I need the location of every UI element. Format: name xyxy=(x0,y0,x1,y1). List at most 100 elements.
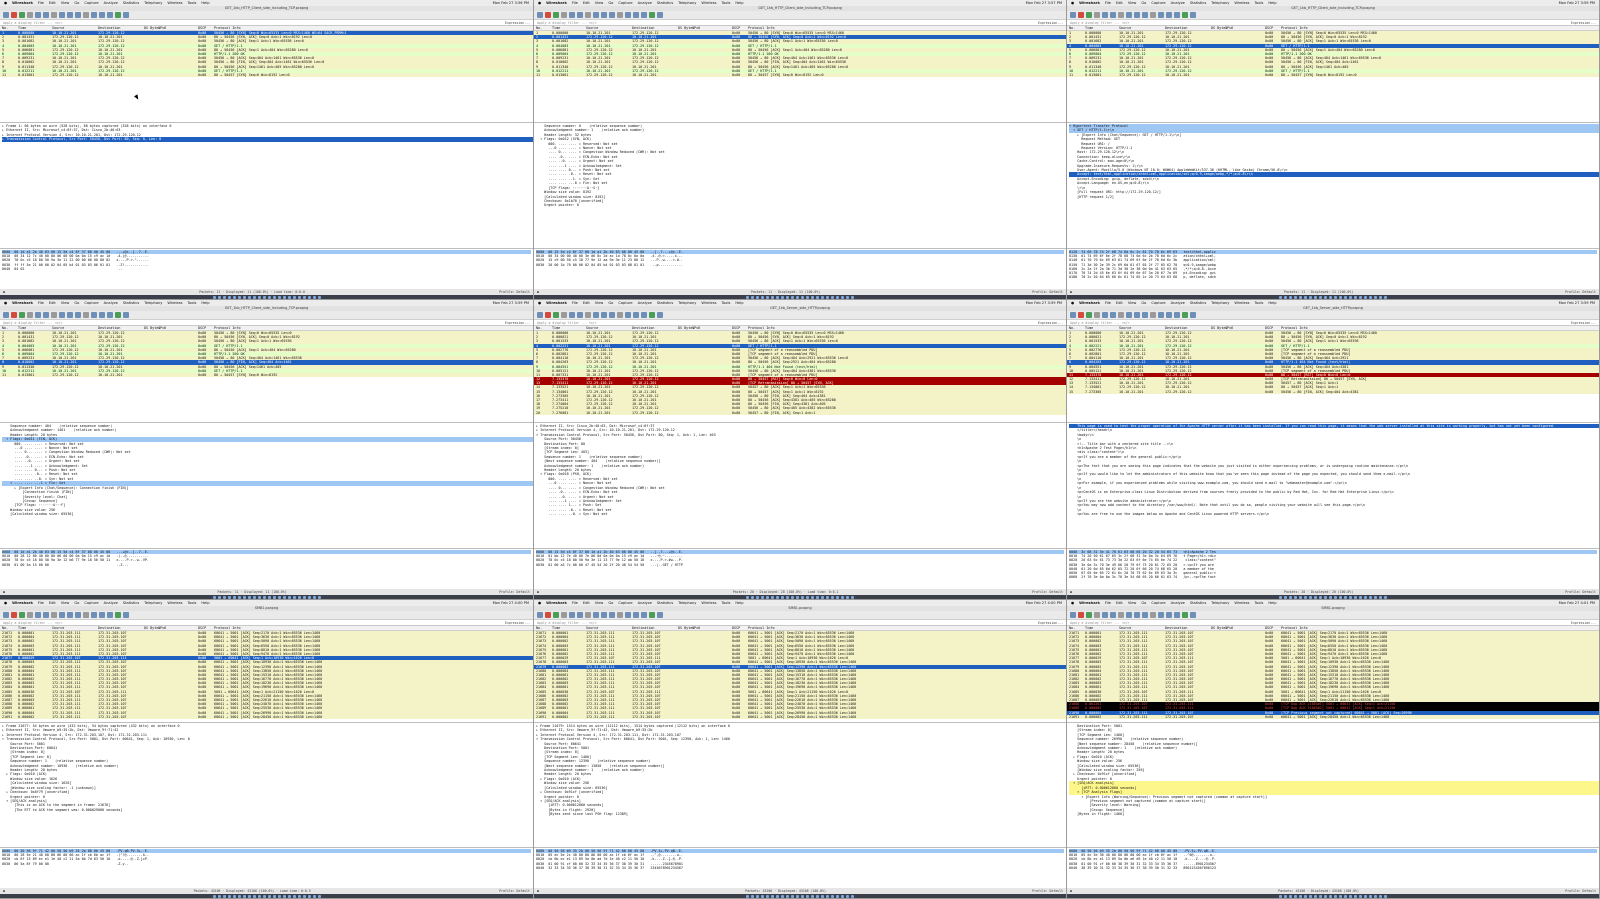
dock-app-icon[interactable] xyxy=(1319,295,1322,299)
toolbar-button-icon[interactable] xyxy=(569,12,575,18)
column-header[interactable]: IPv6 xyxy=(158,26,198,30)
toolbar-button-icon[interactable] xyxy=(569,612,575,618)
menu-capture[interactable]: Capture xyxy=(618,601,632,605)
toolbar-button-icon[interactable] xyxy=(561,312,567,318)
toolbar-button-icon[interactable] xyxy=(1126,612,1132,618)
toolbar-button-icon[interactable] xyxy=(633,612,639,618)
dock-app-icon[interactable] xyxy=(1324,894,1327,898)
dock-app-icon[interactable] xyxy=(791,295,794,299)
toolbar-button-icon[interactable] xyxy=(649,12,655,18)
toolbar-button-icon[interactable] xyxy=(51,312,57,318)
dock-app-icon[interactable] xyxy=(1319,894,1322,898)
dock-app-icon[interactable] xyxy=(1304,295,1307,299)
dock-app-icon[interactable] xyxy=(1314,295,1317,299)
dock-app-icon[interactable] xyxy=(826,894,829,898)
toolbar-button-icon[interactable] xyxy=(1134,12,1140,18)
toolbar-button-icon[interactable] xyxy=(115,312,121,318)
toolbar-button-icon[interactable] xyxy=(43,612,49,618)
column-header[interactable] xyxy=(764,626,1066,630)
column-header[interactable]: Destination xyxy=(632,326,678,330)
toolbar-button-icon[interactable] xyxy=(609,12,615,18)
dock-app-icon[interactable] xyxy=(766,595,769,599)
column-header[interactable] xyxy=(1297,326,1599,330)
packet-row[interactable]: 21691 0.000002 172.31.203.111 172.31.203.10… xyxy=(1067,714,1599,719)
menu-wireless[interactable]: Wireless xyxy=(167,1,182,5)
column-header[interactable]: Protocol Info xyxy=(748,626,775,630)
column-header[interactable]: Time xyxy=(18,626,52,630)
dock-app-icon[interactable] xyxy=(796,295,799,299)
column-header[interactable]: DS Bytes xyxy=(678,26,694,30)
menu-help[interactable]: Help xyxy=(201,1,209,5)
toolbar-button-icon[interactable] xyxy=(19,312,25,318)
menu-capture[interactable]: Capture xyxy=(84,601,98,605)
menu-help[interactable]: Help xyxy=(735,1,743,5)
toolbar-button-icon[interactable] xyxy=(577,312,583,318)
dock-app-icon[interactable] xyxy=(277,894,281,898)
dock-app-icon[interactable] xyxy=(272,894,276,898)
dock-app-icon[interactable] xyxy=(302,295,306,299)
toolbar-button-icon[interactable] xyxy=(115,612,121,618)
dock-app-icon[interactable] xyxy=(1339,295,1342,299)
menu-analyze[interactable]: Analyze xyxy=(1171,601,1185,605)
dock-app-icon[interactable] xyxy=(1354,295,1357,299)
column-header[interactable]: Time xyxy=(552,326,586,330)
column-header[interactable]: DSCP xyxy=(198,26,214,30)
dock-app-icon[interactable] xyxy=(1279,894,1282,898)
menu-telephony[interactable]: Telephony xyxy=(1211,1,1229,5)
column-header[interactable]: No. xyxy=(0,326,18,330)
dock-app-icon[interactable] xyxy=(307,295,311,299)
dock-app-icon[interactable] xyxy=(826,295,829,299)
packet-bytes[interactable]: 0000 00 15 5d c4 8f 37 00 1d a1 2b 40 63… xyxy=(534,249,1066,289)
dock-app-icon[interactable] xyxy=(1364,894,1367,898)
menu-tools[interactable]: Tools xyxy=(1254,301,1263,305)
toolbar-button-icon[interactable] xyxy=(1110,312,1116,318)
column-header[interactable]: Destination xyxy=(1165,326,1211,330)
menu-statistics[interactable]: Statistics xyxy=(123,1,139,5)
dock-app-icon[interactable] xyxy=(1334,295,1337,299)
dock-app-icon[interactable] xyxy=(1374,894,1377,898)
column-header[interactable]: DS Bytes xyxy=(1211,626,1227,630)
dock-app-icon[interactable] xyxy=(1309,894,1312,898)
dock-app-icon[interactable] xyxy=(297,295,301,299)
column-header[interactable]: Source xyxy=(586,626,632,630)
toolbar-button-icon[interactable] xyxy=(569,312,575,318)
menu-statistics[interactable]: Statistics xyxy=(657,601,673,605)
toolbar-button-icon[interactable] xyxy=(1086,612,1092,618)
toolbar-button-icon[interactable] xyxy=(1134,312,1140,318)
dock-app-icon[interactable] xyxy=(312,894,316,898)
dock-app-icon[interactable] xyxy=(242,894,246,898)
toolbar-button-icon[interactable] xyxy=(657,312,663,318)
toolbar-button-icon[interactable] xyxy=(83,312,89,318)
dock-app-icon[interactable] xyxy=(1329,595,1332,599)
menu-go[interactable]: Go xyxy=(74,601,79,605)
menu-edit[interactable]: Edit xyxy=(1116,601,1123,605)
packet-row[interactable]: 11 0.013001 172.29.120.12 10.10.21.201 0x00 8… xyxy=(534,72,1066,78)
packet-details-tree[interactable]: ▸ Frame 1: 66 bytes on wire (528 bits), … xyxy=(0,123,533,249)
toolbar-button-icon[interactable] xyxy=(43,312,49,318)
expression-button[interactable]: Expression... xyxy=(1571,621,1596,625)
column-header[interactable]: IPv6 xyxy=(1225,626,1265,630)
column-header[interactable]: DS Bytes xyxy=(144,326,160,330)
packet-list[interactable]: No. Time Source Destination DS Bytes IPv6 DSCP… xyxy=(0,626,533,723)
expression-button[interactable]: Expression... xyxy=(1038,21,1063,25)
column-header[interactable]: Time xyxy=(1085,626,1119,630)
toolbar-button-icon[interactable] xyxy=(1150,312,1156,318)
dock-app-icon[interactable] xyxy=(272,595,276,599)
dock-app-icon[interactable] xyxy=(816,595,819,599)
menu-telephony[interactable]: Telephony xyxy=(144,301,162,305)
dock-app-icon[interactable] xyxy=(761,295,764,299)
menu-tools[interactable]: Tools xyxy=(721,1,730,5)
apple-icon[interactable]: ● xyxy=(4,301,7,305)
menu-wireless[interactable]: Wireless xyxy=(167,301,182,305)
menu-edit[interactable]: Edit xyxy=(49,1,56,5)
menu-edit[interactable]: Edit xyxy=(1116,301,1123,305)
dock-app-icon[interactable] xyxy=(237,295,241,299)
dock-app-icon[interactable] xyxy=(821,894,824,898)
status-profile[interactable]: Profile: Default xyxy=(1565,290,1596,294)
toolbar-button-icon[interactable] xyxy=(641,312,647,318)
dock-app-icon[interactable] xyxy=(292,595,296,599)
toolbar-button-icon[interactable] xyxy=(67,312,73,318)
toolbar-button-icon[interactable] xyxy=(1086,12,1092,18)
toolbar-button-icon[interactable] xyxy=(1142,12,1148,18)
menu-statistics[interactable]: Statistics xyxy=(1190,1,1206,5)
